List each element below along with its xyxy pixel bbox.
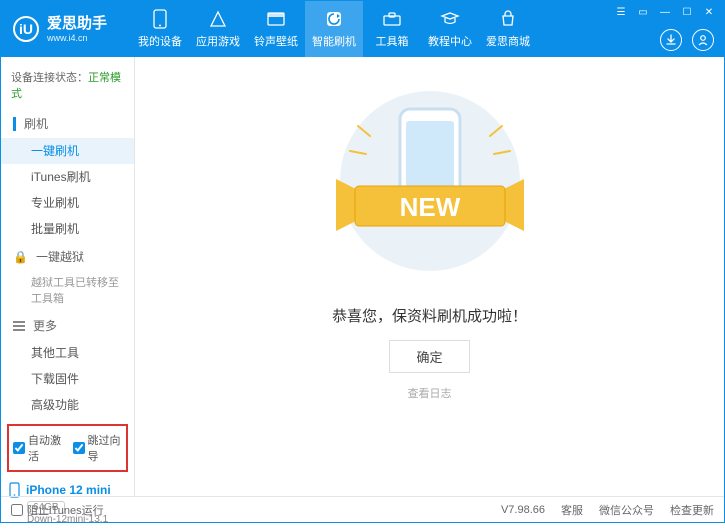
apps-icon [207,9,229,29]
success-message: 恭喜您，保资料刷机成功啦！ [332,305,527,326]
nav-smart-flash[interactable]: 智能刷机 [305,1,363,57]
section-more[interactable]: 更多 [1,311,134,340]
sidebar-item-oneclick-flash[interactable]: 一键刷机 [1,138,134,164]
nav-store[interactable]: 爱思商城 [479,1,537,57]
svg-text:NEW: NEW [399,192,460,222]
logo-icon: iU [13,16,39,42]
support-link[interactable]: 客服 [561,502,583,518]
nav-toolbox[interactable]: 工具箱 [363,1,421,57]
app-logo: iU 爱思助手 www.i4.cn [1,15,119,44]
toolbox-icon [381,9,403,29]
user-button[interactable] [692,29,714,51]
store-icon [497,9,519,29]
lock-icon: 🔒 [13,250,28,264]
view-log-link[interactable]: 查看日志 [408,385,452,401]
title-actions [660,29,714,51]
skin-icon[interactable]: ▭ [634,5,652,19]
sidebar-item-batch-flash[interactable]: 批量刷机 [1,216,134,242]
nav-apps-games[interactable]: 应用游戏 [189,1,247,57]
main-panel: NEW 恭喜您，保资料刷机成功啦！ 确定 查看日志 [135,57,724,496]
window-controls: ☰ ▭ — ☐ ✕ [612,5,718,19]
auto-activate-checkbox[interactable]: 自动激活 [13,432,63,464]
list-icon [13,321,25,331]
status-bar: 阻止iTunes运行 V7.98.66 客服 微信公众号 检查更新 [1,496,724,522]
nav-ringtones-wallpapers[interactable]: 铃声壁纸 [247,1,305,57]
sidebar: 设备连接状态：正常模式 刷机 一键刷机 iTunes刷机 专业刷机 批量刷机 🔒… [1,57,135,496]
block-itunes-checkbox[interactable]: 阻止iTunes运行 [11,502,104,518]
sidebar-item-advanced[interactable]: 高级功能 [1,392,134,418]
skip-guide-checkbox[interactable]: 跳过向导 [73,432,123,464]
app-window: iU 爱思助手 www.i4.cn 我的设备 应用游戏 铃声壁纸 智能刷机 [0,0,725,523]
flash-section-icon [13,117,16,131]
sidebar-item-other-tools[interactable]: 其他工具 [1,340,134,366]
sidebar-item-pro-flash[interactable]: 专业刷机 [1,190,134,216]
body: 设备连接状态：正常模式 刷机 一键刷机 iTunes刷机 专业刷机 批量刷机 🔒… [1,57,724,496]
wallpaper-icon [265,9,287,29]
check-update-link[interactable]: 检查更新 [670,502,714,518]
titlebar: iU 爱思助手 www.i4.cn 我的设备 应用游戏 铃声壁纸 智能刷机 [1,1,724,57]
app-url: www.i4.cn [47,33,107,44]
ok-button[interactable]: 确定 [389,340,469,373]
maximize-button[interactable]: ☐ [678,5,696,19]
flash-options: 自动激活 跳过向导 [7,424,128,472]
nav-tutorials[interactable]: 教程中心 [421,1,479,57]
tutorial-icon [439,9,461,29]
success-illustration: NEW [300,81,560,291]
connection-status: 设备连接状态：正常模式 [1,65,134,109]
close-button[interactable]: ✕ [700,5,718,19]
sidebar-item-itunes-flash[interactable]: iTunes刷机 [1,164,134,190]
jailbreak-moved-note: 越狱工具已转移至 工具箱 [1,271,134,311]
download-button[interactable] [660,29,682,51]
wechat-link[interactable]: 微信公众号 [599,502,654,518]
phone-icon [149,9,171,29]
flash-icon [323,9,345,29]
sidebar-item-download-firmware[interactable]: 下载固件 [1,366,134,392]
section-jailbreak[interactable]: 🔒 一键越狱 [1,242,134,271]
device-name: iPhone 12 mini [26,483,111,497]
nav-my-device[interactable]: 我的设备 [131,1,189,57]
minimize-button[interactable]: — [656,5,674,19]
app-name: 爱思助手 [47,15,107,33]
top-nav: 我的设备 应用游戏 铃声壁纸 智能刷机 工具箱 教程中心 [131,1,537,57]
version-label: V7.98.66 [501,504,545,516]
menu-icon[interactable]: ☰ [612,5,630,19]
section-flash[interactable]: 刷机 [1,109,134,138]
